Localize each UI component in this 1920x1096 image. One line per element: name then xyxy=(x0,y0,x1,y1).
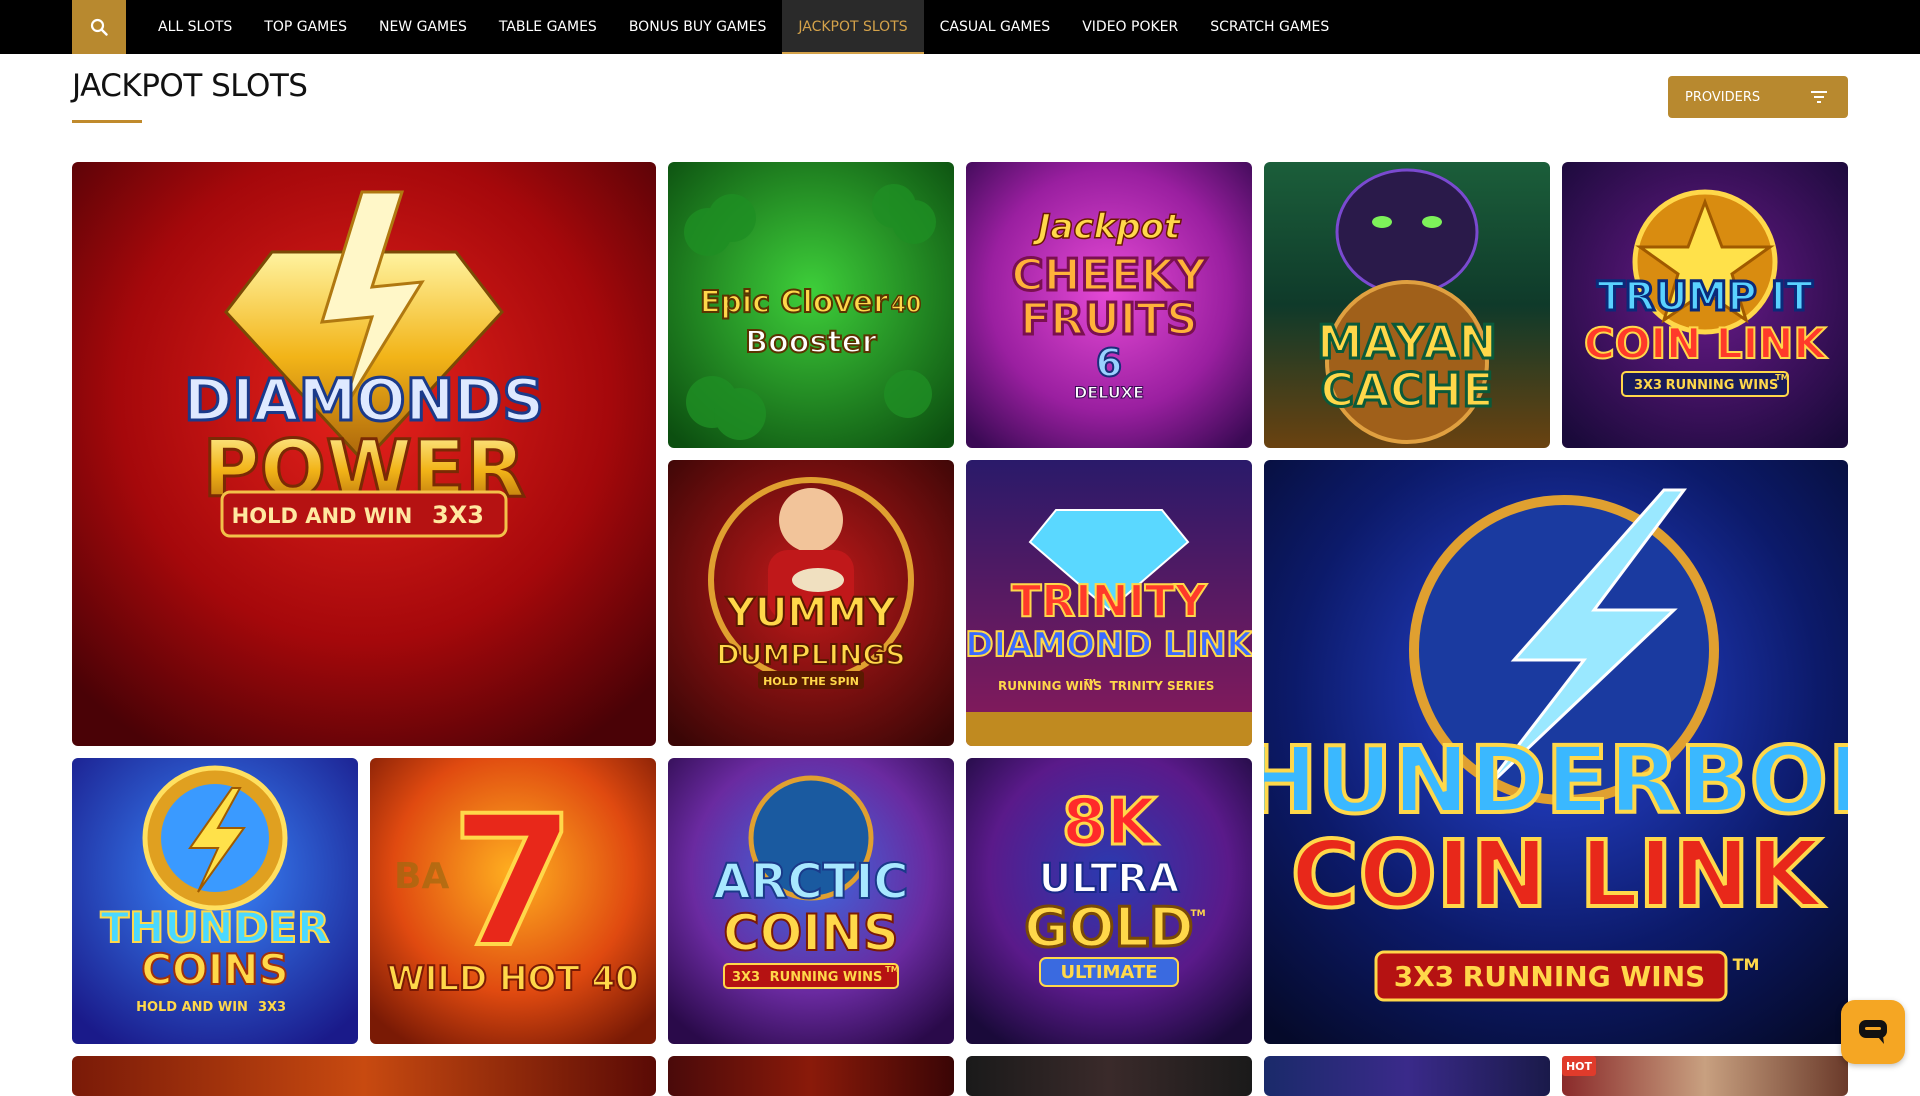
category-nav: ALL SLOTS TOP GAMES NEW GAMES TABLE GAME… xyxy=(142,0,1345,54)
search-icon xyxy=(90,18,108,36)
game-title-line1: TRINITY xyxy=(1011,576,1207,627)
providers-label: PROVIDERS xyxy=(1685,89,1761,105)
game-tag: 3X3 xyxy=(732,970,760,985)
game-subtitle: RUNNING WINS xyxy=(770,970,883,985)
game-title-line1: YUMMY xyxy=(725,590,897,636)
game-tile-partial[interactable] xyxy=(966,1056,1252,1096)
game-tag: 3X3 xyxy=(1634,378,1662,393)
game-subtitle: HOLD AND WIN xyxy=(232,504,413,528)
game-thumbnail: YUMMY DUMPLINGS HOLD THE SPIN xyxy=(668,460,954,746)
seven-icon: 7 xyxy=(450,778,575,987)
game-title-number: 40 xyxy=(891,293,922,318)
reel-symbol: BA xyxy=(394,856,449,897)
game-thumbnail: TRINITY DIAMOND LINK RUNNING WINS TM TRI… xyxy=(966,460,1252,746)
game-title-line2: COINS xyxy=(723,904,899,962)
game-subtitle: HOLD THE SPIN xyxy=(763,675,859,688)
game-tile-epic-clover[interactable]: Epic Clover 40 Booster xyxy=(668,162,954,448)
game-subtitle: DELUXE xyxy=(1074,383,1144,402)
game-thumbnail: Jackpot CHEEKY FRUITS 6 DELUXE xyxy=(966,162,1252,448)
game-title-line1: 8K xyxy=(1062,786,1159,860)
game-thumbnail: DIAMONDS POWER HOLD AND WIN 3X3 xyxy=(72,162,656,746)
filter-icon xyxy=(1811,91,1827,103)
game-thumbnail: 8K ULTRA GOLD ULTIMATE TM xyxy=(966,758,1252,1044)
game-title-line1: TRUMP IT xyxy=(1597,274,1813,320)
game-title-line2: COIN LINK xyxy=(1584,319,1827,368)
game-title-line2: DIAMOND LINK xyxy=(966,625,1252,665)
game-title-line1: DIAMONDS xyxy=(184,366,544,434)
game-tile-8k-ultra-gold[interactable]: 8K ULTRA GOLD ULTIMATE TM xyxy=(966,758,1252,1044)
chef-icon xyxy=(779,488,843,552)
trademark: TM xyxy=(1190,909,1205,919)
game-tag: 3X3 xyxy=(258,1000,286,1015)
page-title: JACKPOT SLOTS xyxy=(72,68,308,104)
game-title-line1: Epic Clover xyxy=(700,285,888,320)
game-tag: 3X3 xyxy=(432,501,484,529)
game-title-line2: COINS xyxy=(141,945,289,994)
chat-icon xyxy=(1859,1020,1887,1044)
game-tile-thunder-coins[interactable]: THUNDER COINS HOLD AND WIN 3X3 xyxy=(72,758,358,1044)
game-thumbnail: Epic Clover 40 Booster xyxy=(668,162,954,448)
nav-new-games[interactable]: NEW GAMES xyxy=(363,0,483,54)
game-tile-trump-it-coin-link[interactable]: TRUMP IT COIN LINK 3X3 RUNNING WINS TM xyxy=(1562,162,1848,448)
chat-button[interactable] xyxy=(1841,1000,1905,1064)
panther-icon xyxy=(1335,168,1479,296)
search-button[interactable] xyxy=(72,0,126,54)
hot-badge: HOT xyxy=(1562,1056,1596,1076)
providers-button[interactable]: PROVIDERS xyxy=(1668,76,1848,118)
game-tile-diamonds-power[interactable]: DIAMONDS POWER HOLD AND WIN 3X3 xyxy=(72,162,656,746)
game-tile-trinity-diamond-link[interactable]: TRINITY DIAMOND LINK RUNNING WINS TM TRI… xyxy=(966,460,1252,746)
game-subtitle: RUNNING WINS xyxy=(1463,960,1706,993)
game-tile-partial[interactable] xyxy=(1264,1056,1550,1096)
game-title-line1: MAYAN xyxy=(1317,315,1497,369)
game-title-line2: DUMPLINGS xyxy=(716,638,905,671)
nav-all-slots[interactable]: ALL SLOTS xyxy=(142,0,248,54)
game-thumbnail: ARCTIC COINS 3X3 RUNNING WINS TM xyxy=(668,758,954,1044)
game-tag: 3X3 xyxy=(1394,960,1455,993)
game-tile-thunderbolt-coin-link[interactable]: THUNDERBOLT COIN LINK 3X3 RUNNING WINS T… xyxy=(1264,460,1848,1044)
game-title-line1: ARCTIC xyxy=(713,854,908,910)
game-title-line2: CACHE xyxy=(1320,363,1493,417)
game-tile-partial[interactable] xyxy=(668,1056,954,1096)
game-thumbnail: MAYAN CACHE xyxy=(1264,162,1550,448)
top-nav-bar: ALL SLOTS TOP GAMES NEW GAMES TABLE GAME… xyxy=(0,0,1920,54)
game-thumbnail: THUNDER COINS HOLD AND WIN 3X3 xyxy=(72,758,358,1044)
trademark: TM xyxy=(1775,373,1788,382)
game-tile-cheeky-fruits[interactable]: Jackpot CHEEKY FRUITS 6 DELUXE xyxy=(966,162,1252,448)
trademark: TM xyxy=(885,965,898,974)
game-title-line2: Booster xyxy=(745,325,877,360)
game-title-line3: FRUITS xyxy=(1020,294,1198,345)
game-subtitle: HOLD AND WIN xyxy=(136,1000,248,1015)
game-thumbnail: TRUMP IT COIN LINK 3X3 RUNNING WINS TM xyxy=(1562,162,1848,448)
game-subtitle: ULTIMATE xyxy=(1060,962,1157,983)
game-title-line2: COIN LINK xyxy=(1291,821,1825,928)
nav-table-games[interactable]: TABLE GAMES xyxy=(483,0,613,54)
game-title-line1: Jackpot xyxy=(1032,207,1182,247)
title-underline xyxy=(72,120,142,123)
game-title-line3: GOLD xyxy=(1024,896,1193,959)
nav-bonus-buy-games[interactable]: BONUS BUY GAMES xyxy=(613,0,783,54)
game-thumbnail: THUNDERBOLT COIN LINK 3X3 RUNNING WINS T… xyxy=(1264,460,1848,1044)
nav-scratch-games[interactable]: SCRATCH GAMES xyxy=(1194,0,1345,54)
game-tile-arctic-coins[interactable]: ARCTIC COINS 3X3 RUNNING WINS TM xyxy=(668,758,954,1044)
game-thumbnail: BA 7 WILD HOT 40 xyxy=(370,758,656,1044)
game-title: WILD HOT 40 xyxy=(387,959,639,999)
nav-video-poker[interactable]: VIDEO POKER xyxy=(1066,0,1194,54)
game-tile-partial[interactable] xyxy=(72,1056,656,1096)
trademark: TM xyxy=(1733,955,1760,974)
nav-jackpot-slots[interactable]: JACKPOT SLOTS xyxy=(782,0,924,54)
game-tile-partial[interactable] xyxy=(1562,1056,1848,1096)
nav-casual-games[interactable]: CASUAL GAMES xyxy=(924,0,1067,54)
game-tile-yummy-dumplings[interactable]: YUMMY DUMPLINGS HOLD THE SPIN xyxy=(668,460,954,746)
game-title-number: 6 xyxy=(1096,341,1122,385)
nav-top-games[interactable]: TOP GAMES xyxy=(248,0,363,54)
game-series: TRINITY SERIES xyxy=(1110,679,1215,693)
game-title-line1: THUNDERBOLT xyxy=(1264,727,1848,834)
trademark: TM xyxy=(1084,678,1096,686)
game-subtitle: RUNNING WINS xyxy=(1666,378,1779,393)
game-tile-wild-hot-40[interactable]: BA 7 WILD HOT 40 xyxy=(370,758,656,1044)
game-tile-mayan-cache[interactable]: MAYAN CACHE xyxy=(1264,162,1550,448)
